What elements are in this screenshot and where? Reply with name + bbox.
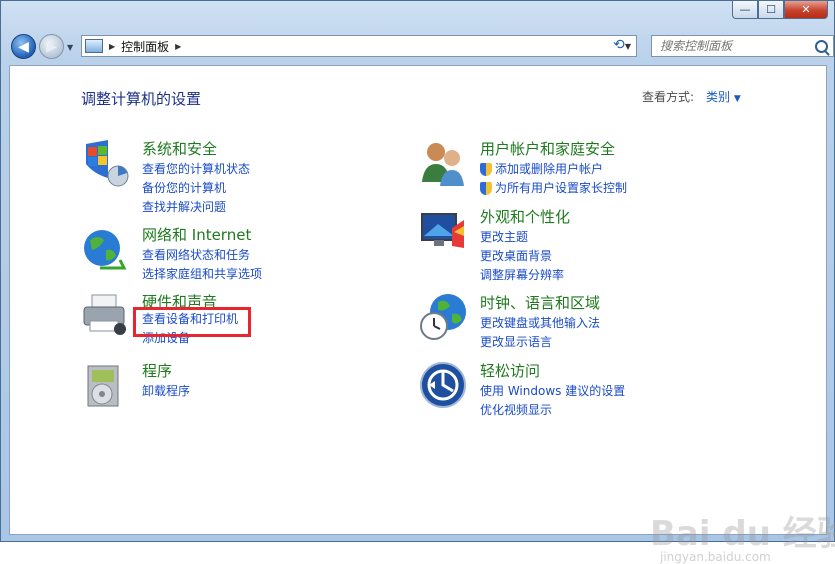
close-button[interactable]: ✕ xyxy=(784,1,828,19)
red-highlight-box xyxy=(133,307,251,337)
navigation-toolbar: ◀ ▶ ▼ ▶ 控制面板 ▶ ▼ ⟲ xyxy=(9,31,834,61)
link-desktop-background[interactable]: 更改桌面背景 xyxy=(480,247,564,266)
caption-buttons: — ☐ ✕ xyxy=(732,1,828,19)
uac-shield-icon xyxy=(480,181,492,195)
search-icon[interactable] xyxy=(815,39,828,53)
arrow-left-icon: ◀ xyxy=(18,38,29,55)
link-screen-resolution[interactable]: 调整屏幕分辨率 xyxy=(480,266,564,285)
category-title[interactable]: 网络和 Internet xyxy=(142,224,251,245)
programs-icon xyxy=(87,365,119,407)
back-button[interactable]: ◀ xyxy=(11,34,36,59)
category-title[interactable]: 系统和安全 xyxy=(142,138,217,159)
link-network-status[interactable]: 查看网络状态和任务 xyxy=(142,246,262,265)
view-by-label: 查看方式: xyxy=(642,90,695,104)
baidu-watermark-url: jingyan.baidu.com xyxy=(660,550,771,564)
link-troubleshoot[interactable]: 查找并解决问题 xyxy=(142,198,250,217)
search-input[interactable] xyxy=(658,38,812,54)
category-title[interactable]: 外观和个性化 xyxy=(480,206,570,227)
link-label[interactable]: 添加或删除用户帐户 xyxy=(495,160,603,179)
network-icon xyxy=(84,230,127,270)
link-display-language[interactable]: 更改显示语言 xyxy=(480,333,600,352)
refresh-icon[interactable]: ⟲ xyxy=(613,37,625,53)
link-view-computer-status[interactable]: 查看您的计算机状态 xyxy=(142,160,250,179)
link-windows-recommended-settings[interactable]: 使用 Windows 建议的设置 xyxy=(480,382,625,401)
view-by-dropdown[interactable]: 类别 ▼ xyxy=(706,88,741,105)
chevron-down-icon: ▼ xyxy=(733,94,741,104)
breadcrumb-separator-icon[interactable]: ▶ xyxy=(175,42,181,51)
category-title[interactable]: 轻松访问 xyxy=(480,360,540,381)
minimize-button[interactable]: — xyxy=(732,1,758,19)
recent-pages-dropdown[interactable]: ▼ xyxy=(67,43,73,52)
link-backup-computer[interactable]: 备份您的计算机 xyxy=(142,179,250,198)
appearance-icon xyxy=(421,213,464,248)
search-box[interactable] xyxy=(651,35,834,57)
link-label[interactable]: 为所有用户设置家长控制 xyxy=(495,179,627,198)
link-add-remove-accounts[interactable]: 添加或删除用户帐户 xyxy=(480,160,627,179)
ease-of-access-icon xyxy=(420,362,466,408)
address-bar[interactable]: ▶ 控制面板 ▶ ▼ xyxy=(81,35,637,57)
hardware-sound-icon xyxy=(83,294,126,335)
page-title: 调整计算机的设置 xyxy=(81,90,202,108)
link-change-theme[interactable]: 更改主题 xyxy=(480,228,564,247)
forward-button[interactable]: ▶ xyxy=(39,34,64,59)
baidu-watermark: Bai du 经验 xyxy=(650,514,835,554)
breadcrumb-separator-icon[interactable]: ▶ xyxy=(109,42,115,51)
clock-language-icon xyxy=(420,294,466,340)
arrow-right-icon: ▶ xyxy=(46,38,57,55)
category-title[interactable]: 用户帐户和家庭安全 xyxy=(480,138,615,159)
category-title[interactable]: 时钟、语言和区域 xyxy=(480,292,600,313)
link-homegroup-sharing[interactable]: 选择家庭组和共享选项 xyxy=(142,265,262,284)
uac-shield-icon xyxy=(480,162,492,176)
main-content: 调整计算机的设置 查看方式: 类别 ▼ 系统和安全 查看您的计算机状态 备份您的… xyxy=(9,65,835,564)
view-by-value[interactable]: 类别 xyxy=(706,90,730,104)
control-panel-window: — ☐ ✕ ◀ ▶ ▼ ▶ 控制面板 ▶ ▼ ⟲ 调整计算机的设置 查看方式: … xyxy=(0,0,835,564)
breadcrumb-control-panel[interactable]: 控制面板 xyxy=(121,38,169,55)
link-optimize-visual-display[interactable]: 优化视频显示 xyxy=(480,401,625,420)
link-parental-controls[interactable]: 为所有用户设置家长控制 xyxy=(480,179,627,198)
maximize-button[interactable]: ☐ xyxy=(758,1,784,19)
control-panel-icon xyxy=(85,39,103,53)
link-uninstall-program[interactable]: 卸载程序 xyxy=(142,382,190,401)
category-title[interactable]: 程序 xyxy=(142,360,172,381)
link-change-keyboard[interactable]: 更改键盘或其他输入法 xyxy=(480,314,600,333)
user-accounts-icon xyxy=(422,143,464,186)
system-security-icon xyxy=(86,140,129,187)
